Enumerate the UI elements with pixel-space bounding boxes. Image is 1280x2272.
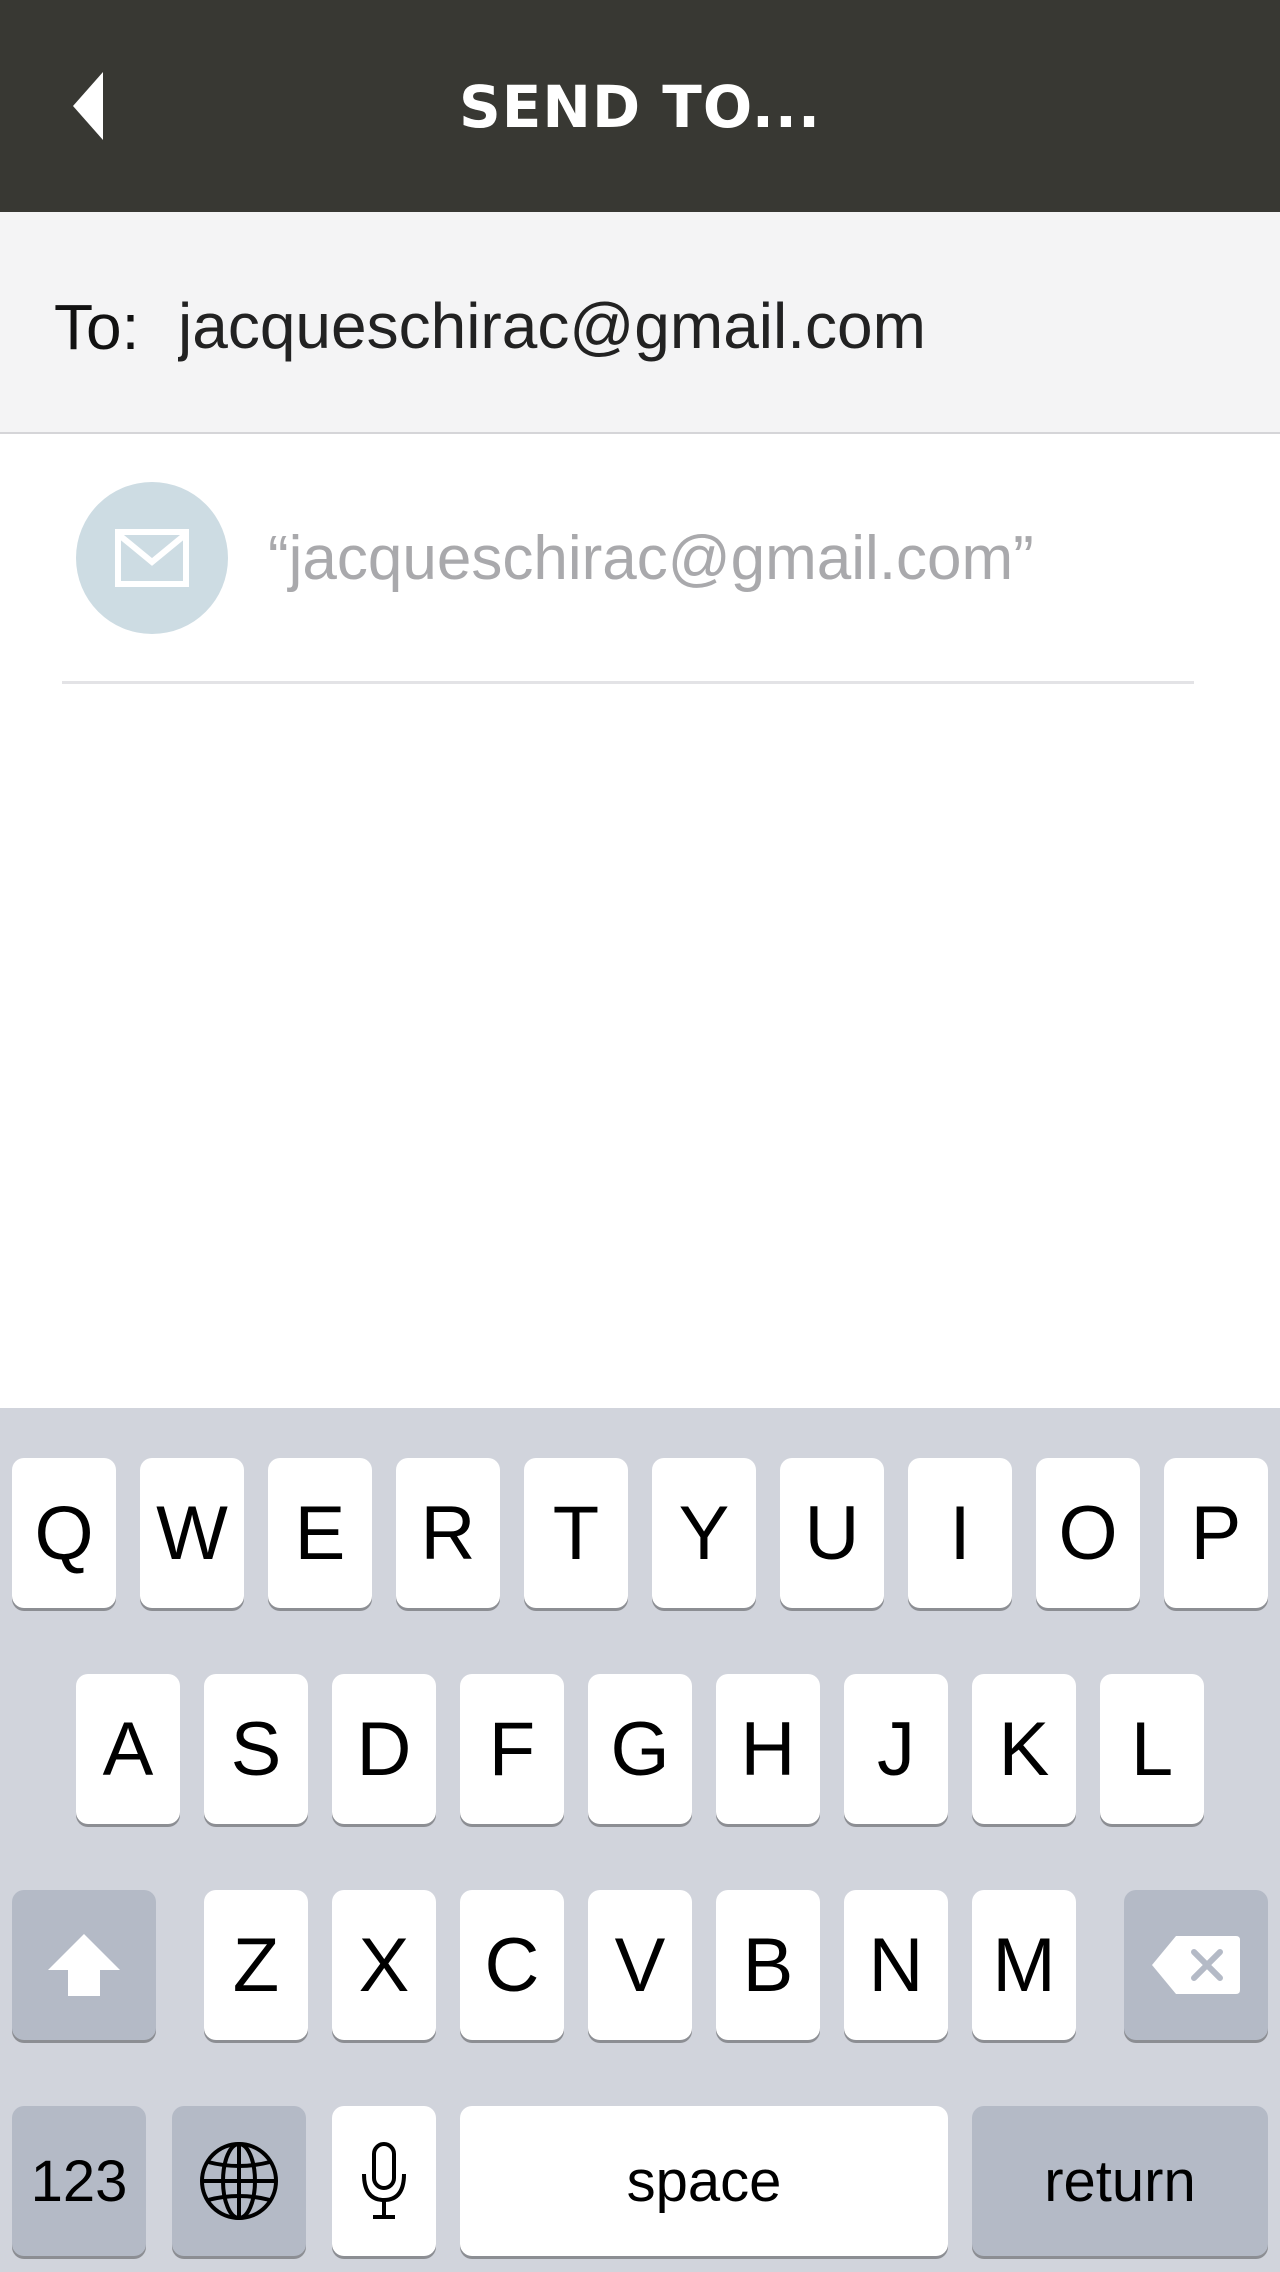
key-s[interactable]: S <box>204 1674 308 1824</box>
to-label: To: <box>54 291 140 363</box>
key-z[interactable]: Z <box>204 1890 308 2040</box>
shift-arrow-icon <box>48 1934 120 1996</box>
recipient-bar: To: <box>0 212 1280 434</box>
key-t[interactable]: T <box>524 1458 628 1608</box>
key-k[interactable]: K <box>972 1674 1076 1824</box>
key-x[interactable]: X <box>332 1890 436 2040</box>
return-key[interactable]: return <box>972 2106 1268 2256</box>
shift-key[interactable] <box>12 1890 156 2040</box>
recipient-input[interactable] <box>178 288 1238 364</box>
key-d[interactable]: D <box>332 1674 436 1824</box>
key-p[interactable]: P <box>1164 1458 1268 1608</box>
email-suggestion-item[interactable]: “jacqueschirac@gmail.com” <box>62 434 1194 684</box>
on-screen-keyboard: Q W E R T Y U I O P A S D F G H J K L Z … <box>0 1408 1280 2272</box>
key-e[interactable]: E <box>268 1458 372 1608</box>
key-y[interactable]: Y <box>652 1458 756 1608</box>
numbers-key[interactable]: 123 <box>12 2106 146 2256</box>
key-f[interactable]: F <box>460 1674 564 1824</box>
key-g[interactable]: G <box>588 1674 692 1824</box>
globe-icon <box>200 2142 278 2220</box>
envelope-icon <box>115 529 189 587</box>
microphone-icon <box>362 2142 406 2219</box>
key-v[interactable]: V <box>588 1890 692 2040</box>
key-j[interactable]: J <box>844 1674 948 1824</box>
suggestion-text: “jacqueschirac@gmail.com” <box>268 524 1034 593</box>
key-m[interactable]: M <box>972 1890 1076 2040</box>
key-n[interactable]: N <box>844 1890 948 2040</box>
key-h[interactable]: H <box>716 1674 820 1824</box>
key-u[interactable]: U <box>780 1458 884 1608</box>
globe-key[interactable] <box>172 2106 306 2256</box>
key-i[interactable]: I <box>908 1458 1012 1608</box>
key-w[interactable]: W <box>140 1458 244 1608</box>
page-title: SEND TO... <box>459 73 821 141</box>
key-c[interactable]: C <box>460 1890 564 2040</box>
backspace-icon <box>1152 1936 1240 1994</box>
key-q[interactable]: Q <box>12 1458 116 1608</box>
backspace-key[interactable] <box>1124 1890 1268 2040</box>
space-key[interactable]: space <box>460 2106 948 2256</box>
key-l[interactable]: L <box>1100 1674 1204 1824</box>
avatar <box>76 482 228 634</box>
key-r[interactable]: R <box>396 1458 500 1608</box>
key-o[interactable]: O <box>1036 1458 1140 1608</box>
microphone-key[interactable] <box>332 2106 436 2256</box>
key-a[interactable]: A <box>76 1674 180 1824</box>
key-b[interactable]: B <box>716 1890 820 2040</box>
app-header: SEND TO... <box>0 0 1280 212</box>
